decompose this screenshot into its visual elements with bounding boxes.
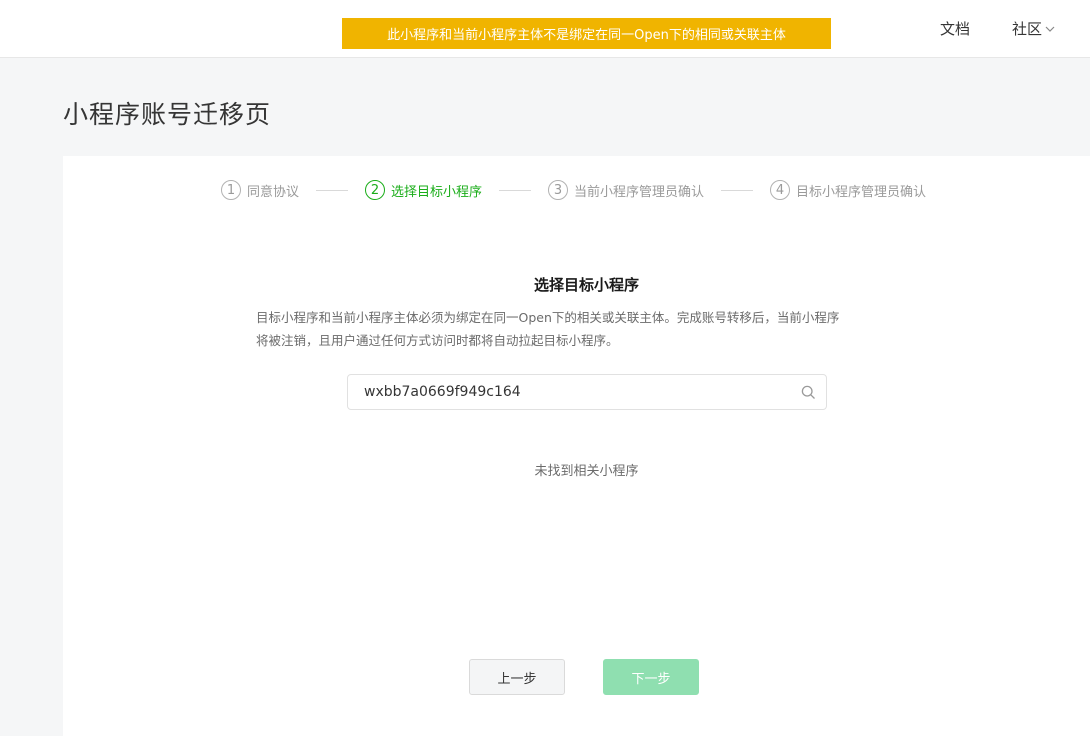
step-divider bbox=[316, 189, 349, 191]
step-1: 1 同意协议 bbox=[221, 180, 299, 200]
nav-community-label: 社区 bbox=[1012, 20, 1043, 38]
top-bar: 此小程序和当前小程序主体不是绑定在同一Open下的相同或关联主体 文档 社区 bbox=[0, 0, 1090, 58]
step-divider bbox=[499, 189, 532, 191]
nav-community-dropdown[interactable]: 社区 bbox=[1012, 18, 1055, 39]
step-3: 3 当前小程序管理员确认 bbox=[548, 180, 704, 200]
section-title: 选择目标小程序 bbox=[533, 276, 639, 294]
step-1-number: 1 bbox=[221, 180, 241, 200]
step-4-label: 目标小程序管理员确认 bbox=[796, 184, 927, 200]
step-2: 2 选择目标小程序 bbox=[365, 180, 482, 200]
page-title: 小程序账号迁移页 bbox=[63, 100, 272, 129]
step-divider bbox=[721, 189, 754, 191]
step-1-label: 同意协议 bbox=[247, 184, 300, 200]
description-line-2: 将被注销，且用户通过任何方式访问时都将自动拉起目标小程序。 bbox=[256, 333, 619, 348]
step-2-label: 选择目标小程序 bbox=[391, 184, 483, 200]
empty-result-text: 未找到相关小程序 bbox=[534, 464, 639, 479]
step-4-number: 4 bbox=[770, 180, 791, 200]
main-panel: 1 同意协议 2 选择目标小程序 3 当前小程序管理员确认 4 目标小程序管理员… bbox=[63, 156, 1090, 736]
stepper: 1 同意协议 2 选择目标小程序 3 当前小程序管理员确认 4 目标小程序管理员… bbox=[221, 179, 926, 201]
appid-search-input[interactable] bbox=[348, 375, 790, 409]
step-2-number: 2 bbox=[365, 180, 386, 200]
prev-step-button[interactable]: 上一步 bbox=[469, 659, 565, 695]
nav-docs-link[interactable]: 文档 bbox=[940, 18, 970, 39]
next-step-button[interactable]: 下一步 bbox=[603, 659, 699, 695]
search-box bbox=[347, 374, 827, 410]
step-3-label: 当前小程序管理员确认 bbox=[574, 184, 705, 200]
search-icon[interactable] bbox=[790, 385, 826, 400]
description-line-1: 目标小程序和当前小程序主体必须为绑定在同一Open下的相关或关联主体。完成账号转… bbox=[256, 310, 840, 325]
description: 目标小程序和当前小程序主体必须为绑定在同一Open下的相关或关联主体。完成账号转… bbox=[256, 306, 916, 352]
warning-banner: 此小程序和当前小程序主体不是绑定在同一Open下的相同或关联主体 bbox=[342, 18, 831, 49]
step-3-number: 3 bbox=[548, 180, 569, 200]
step-4: 4 目标小程序管理员确认 bbox=[770, 180, 926, 200]
chevron-down-icon bbox=[1045, 26, 1055, 32]
